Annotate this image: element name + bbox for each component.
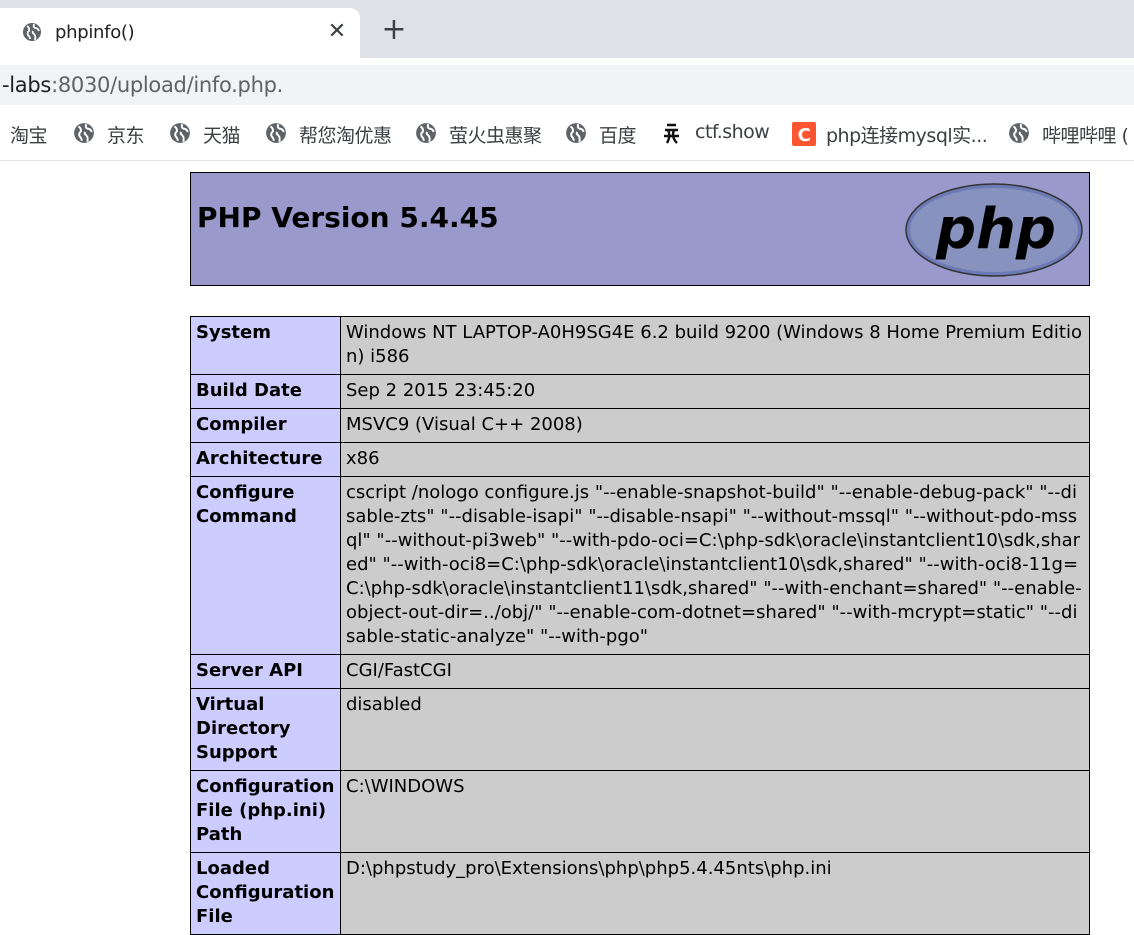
- info-table: System Windows NT LAPTOP-A0H9SG4E 6.2 bui…: [190, 316, 1090, 935]
- bookmark-label: ctf.show: [695, 121, 770, 143]
- tab-strip: phpinfo() ✕ +: [0, 0, 1134, 58]
- row-key: System: [190, 316, 341, 375]
- close-icon[interactable]: ✕: [326, 20, 348, 42]
- row-value: Sep 2 2015 23:45:20: [340, 374, 1090, 409]
- table-row: Architecture x86: [190, 442, 1090, 477]
- php-logo-text: php: [935, 197, 1056, 262]
- row-key: Configuration File (php.ini) Path: [190, 770, 341, 853]
- table-row: Configuration File (php.ini) Path C:\WIND…: [190, 770, 1090, 853]
- row-key: Architecture: [190, 442, 341, 477]
- table-row: Configure Command cscript /nologo configu…: [190, 476, 1090, 655]
- globe-icon: [22, 22, 42, 47]
- table-row: Server API CGI/FastCGI: [190, 654, 1090, 689]
- row-value: MSVC9 (Visual C++ 2008): [340, 408, 1090, 443]
- row-key: Loaded Configuration File: [190, 852, 341, 935]
- bookmark-label: 萤火虫惠聚: [449, 125, 542, 147]
- row-value: C:\WINDOWS: [340, 770, 1090, 853]
- globe-icon: [169, 122, 191, 149]
- page-title: PHP Version 5.4.45: [197, 201, 499, 234]
- globe-icon: [73, 122, 95, 149]
- php-logo[interactable]: php: [904, 182, 1084, 278]
- row-value: disabled: [340, 688, 1090, 771]
- row-value: CGI/FastCGI: [340, 654, 1090, 689]
- php-version-header: PHP Version 5.4.45 php: [190, 172, 1090, 286]
- bookmarks-bar: 淘宝 京东 天猫 帮您淘优惠 萤火虫惠聚 百度 ctf.show Cphp连接mysql实..…: [0, 106, 1134, 161]
- bookmark-label: php连接mysql实...: [826, 125, 988, 147]
- csdn-icon: C: [792, 122, 816, 151]
- globe-icon: [565, 122, 587, 149]
- row-key: Build Date: [190, 374, 341, 409]
- row-value: cscript /nologo configure.js "--enable-s…: [340, 476, 1090, 655]
- table-row: System Windows NT LAPTOP-A0H9SG4E 6.2 bui…: [190, 316, 1090, 375]
- table-row: Loaded Configuration File D:\phpstudy_pro…: [190, 852, 1090, 935]
- globe-icon: [1008, 122, 1030, 149]
- ctfshow-icon: [661, 122, 683, 151]
- row-key: Configure Command: [190, 476, 341, 655]
- url-path: :8030/upload/info.php.: [51, 73, 283, 97]
- table-row: Build Date Sep 2 2015 23:45:20: [190, 374, 1090, 409]
- address-bar: -labs:8030/upload/info.php.: [0, 58, 1134, 106]
- row-key: Server API: [190, 654, 341, 689]
- row-value: x86: [340, 442, 1090, 477]
- table-row: Virtual Directory Support disabled: [190, 688, 1090, 771]
- tab-title: phpinfo(): [55, 22, 135, 43]
- bookmark-label: 百度: [599, 125, 637, 147]
- bookmark-label: 帮您淘优惠: [299, 125, 392, 147]
- row-value: Windows NT LAPTOP-A0H9SG4E 6.2 build 920…: [340, 316, 1090, 375]
- bookmark-label: 京东: [107, 125, 145, 147]
- globe-icon: [265, 122, 287, 149]
- svg-text:C: C: [798, 125, 811, 146]
- url-host: -labs: [2, 73, 52, 97]
- bookmark-label: 天猫: [203, 125, 241, 147]
- table-row: Compiler MSVC9 (Visual C++ 2008): [190, 408, 1090, 443]
- url-field[interactable]: -labs:8030/upload/info.php.: [0, 65, 1134, 105]
- new-tab-button[interactable]: +: [380, 15, 408, 45]
- row-key: Compiler: [190, 408, 341, 443]
- row-value: D:\phpstudy_pro\Extensions\php\php5.4.45…: [340, 852, 1090, 935]
- row-key: Virtual Directory Support: [190, 688, 341, 771]
- bookmark-label: 哔哩哔哩 (: [1042, 125, 1129, 147]
- bookmark-label: 淘宝: [10, 125, 48, 147]
- url-text: -labs:8030/upload/info.php.: [2, 73, 283, 97]
- active-tab[interactable]: phpinfo() ✕: [0, 8, 360, 58]
- globe-icon: [415, 122, 437, 149]
